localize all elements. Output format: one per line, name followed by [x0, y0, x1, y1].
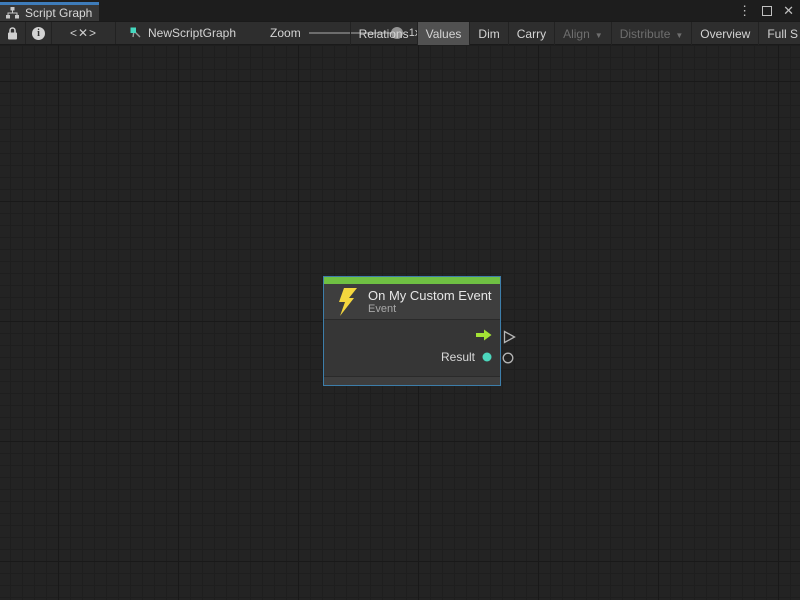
graph-name: NewScriptGraph: [148, 26, 236, 40]
dim-button[interactable]: Dim: [470, 22, 508, 46]
window-menu-icon[interactable]: ⋮: [738, 4, 751, 17]
node-title: On My Custom Event: [368, 288, 492, 303]
script-graph-asset-icon: [130, 27, 143, 40]
lock-icon: [7, 27, 18, 40]
inspector-button[interactable]: i: [26, 22, 52, 44]
value-port-dot-icon[interactable]: [482, 352, 492, 362]
code-preview-button[interactable]: <✕>: [52, 22, 116, 44]
graph-toolbar: i <✕> NewScriptGraph Zoom 1x Relations V…: [0, 21, 800, 45]
toolbar-right-buttons: Relations Values Dim Carry Align ▼ Distr…: [350, 22, 800, 46]
align-button[interactable]: Align ▼: [555, 22, 612, 46]
external-trigger-port-icon[interactable]: [503, 330, 516, 344]
chevron-down-icon: ▼: [675, 31, 683, 40]
overview-button[interactable]: Overview: [692, 22, 759, 46]
graph-hierarchy-icon: [6, 7, 19, 19]
distribute-button[interactable]: Distribute ▼: [612, 22, 693, 46]
graph-canvas[interactable]: On My Custom Event Event Result: [0, 45, 800, 600]
result-port-label: Result: [441, 350, 475, 364]
tab-bar: Script Graph ⋮ . ✕: [0, 0, 800, 21]
lightning-bolt-icon: [336, 288, 357, 316]
close-icon[interactable]: ✕: [783, 4, 794, 17]
code-icon: <✕>: [70, 26, 97, 40]
graph-breadcrumb[interactable]: NewScriptGraph: [116, 22, 246, 44]
trigger-arrow-icon[interactable]: [476, 329, 492, 341]
value-output-port-row: Result: [324, 346, 500, 368]
node-body: Result: [324, 320, 500, 376]
info-icon: i: [32, 27, 45, 40]
window-controls: ⋮ . ✕: [738, 0, 794, 21]
node-subtitle: Event: [368, 303, 492, 316]
tab-script-graph[interactable]: Script Graph: [0, 2, 99, 21]
node-accent-bar: [324, 277, 500, 284]
relations-button[interactable]: Relations: [351, 22, 418, 46]
control-output-port-row: [324, 324, 500, 346]
node-footer: [324, 376, 500, 385]
zoom-label: Zoom: [270, 26, 301, 40]
fullscreen-button[interactable]: Full S: [759, 22, 800, 46]
values-button[interactable]: Values: [418, 22, 471, 46]
lock-button[interactable]: [0, 22, 26, 44]
script-graph-window: Script Graph ⋮ . ✕ i <✕> NewScriptGraph: [0, 0, 800, 600]
maximize-icon[interactable]: .: [762, 6, 772, 16]
node-header[interactable]: On My Custom Event Event: [324, 284, 500, 320]
tab-title: Script Graph: [25, 6, 92, 20]
event-node[interactable]: On My Custom Event Event Result: [323, 276, 501, 386]
chevron-down-icon: ▼: [595, 31, 603, 40]
carry-button[interactable]: Carry: [509, 22, 555, 46]
external-value-port-icon[interactable]: [502, 352, 514, 364]
